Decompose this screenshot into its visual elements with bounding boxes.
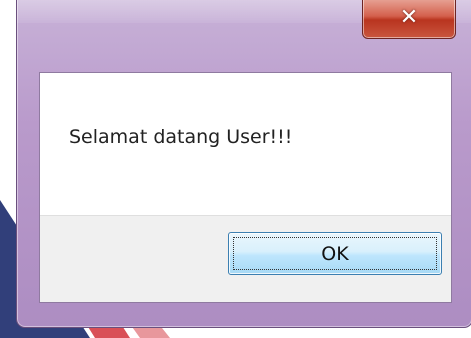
button-bar: OK: [40, 215, 451, 302]
ok-button-label: OK: [321, 242, 349, 265]
dialog-message: Selamat datang User!!!: [69, 126, 293, 148]
close-icon: ✕: [399, 5, 419, 30]
dialog-window: ✕ Selamat datang User!!! OK: [16, 0, 471, 328]
ok-button[interactable]: OK: [228, 232, 442, 275]
dialog-content: Selamat datang User!!! OK: [39, 72, 452, 303]
close-button[interactable]: ✕: [362, 0, 456, 39]
